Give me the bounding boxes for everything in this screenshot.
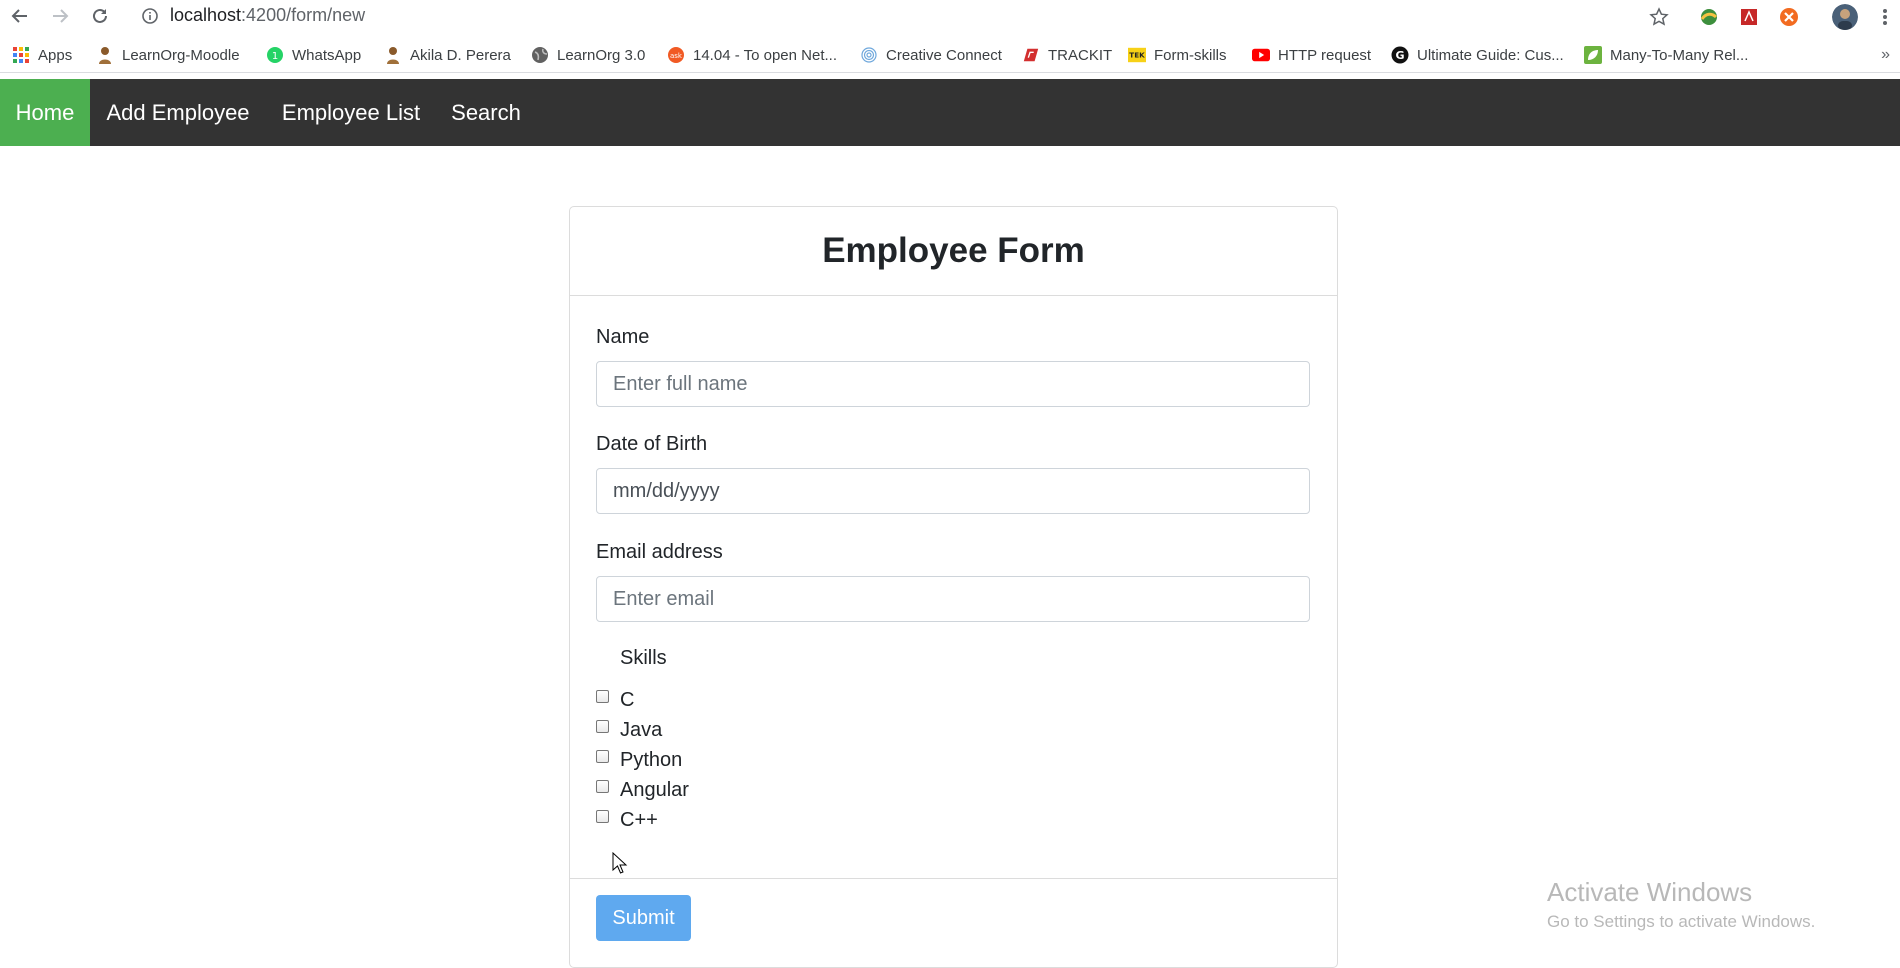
bookmark-trackit[interactable]: TRACKIT: [1022, 44, 1112, 66]
submit-button[interactable]: Submit: [596, 895, 691, 941]
card-footer: Submit: [570, 878, 1337, 968]
bookmark-ultimate-guide[interactable]: G Ultimate Guide: Cus...: [1391, 44, 1564, 66]
svg-text:1: 1: [272, 51, 278, 62]
bookmark-label: Akila D. Perera: [410, 46, 511, 64]
skill-row-cpp[interactable]: C++: [596, 807, 658, 833]
bookmark-star-icon[interactable]: [1646, 4, 1672, 30]
forward-icon[interactable]: [48, 4, 72, 28]
skill-checkbox-java[interactable]: [596, 719, 609, 733]
skill-checkbox-cpp[interactable]: [596, 809, 609, 823]
askubuntu-icon: ask: [667, 46, 685, 64]
fingerprint-icon: [860, 46, 878, 64]
trackit-icon: [1022, 46, 1040, 64]
bookmark-label: WhatsApp: [292, 46, 362, 64]
bookmark-label: 14.04 - To open Net...: [693, 46, 837, 64]
profile-avatar[interactable]: [1832, 4, 1858, 30]
extension-globe-icon[interactable]: [1696, 4, 1722, 30]
skill-row-python[interactable]: Python: [596, 747, 682, 773]
reload-icon[interactable]: [88, 4, 112, 28]
address-bar[interactable]: localhost:4200/form/new: [170, 5, 365, 26]
site-info-icon[interactable]: [140, 6, 160, 26]
skill-checkbox-c[interactable]: [596, 689, 609, 703]
extension-pdf-icon[interactable]: [1736, 4, 1762, 30]
watermark-title: Activate Windows: [1547, 877, 1753, 907]
url-path: :4200/form/new: [241, 5, 366, 25]
apps-grid-icon: [12, 46, 30, 64]
back-icon[interactable]: [8, 4, 32, 28]
skill-label: Python: [620, 748, 683, 771]
extension-orange-icon[interactable]: [1776, 4, 1802, 30]
skill-checkbox-python[interactable]: [596, 749, 609, 763]
skill-label: C++: [620, 808, 658, 831]
bookmark-label: HTTP request: [1278, 46, 1372, 64]
nav-home[interactable]: Home: [0, 79, 90, 146]
bookmark-label: LearnOrg-Moodle: [122, 46, 240, 64]
windows-activation-watermark: Activate Windows Go to Settings to activ…: [1547, 877, 1815, 932]
bookmark-label: Creative Connect: [886, 46, 1002, 64]
name-label: Name: [596, 326, 650, 348]
globe-icon: [531, 46, 549, 64]
browser-menu-icon[interactable]: [1872, 4, 1898, 30]
bookmark-learnorg-moodle[interactable]: LearnOrg-Moodle: [96, 44, 240, 66]
bookmark-label: Many-To-Many Rel...: [1610, 46, 1749, 64]
bookmark-label: Ultimate Guide: Cus...: [1417, 46, 1564, 64]
bookmark-apps[interactable]: Apps: [12, 44, 72, 66]
form-title: Employee Form: [822, 231, 1085, 270]
email-label: Email address: [596, 541, 723, 563]
bookmark-label: TRACKIT: [1048, 46, 1113, 64]
bookmark-whatsapp[interactable]: 1 WhatsApp: [266, 44, 361, 66]
nav-add-employee[interactable]: Add Employee: [90, 79, 266, 146]
svg-text:TEK: TEK: [1129, 51, 1145, 60]
watermark-subtitle: Go to Settings to activate Windows.: [1547, 912, 1816, 931]
whatsapp-icon: 1: [266, 46, 284, 64]
bookmark-creative-connect[interactable]: Creative Connect: [860, 44, 1002, 66]
bookmark-label: Form-skills: [1154, 46, 1227, 64]
bookmark-form-skills[interactable]: TEK Form-skills: [1128, 44, 1227, 66]
name-input[interactable]: [596, 361, 1310, 407]
bookmark-askubuntu[interactable]: ask 14.04 - To open Net...: [667, 44, 837, 66]
url-host: localhost: [170, 5, 242, 25]
bookmark-akila[interactable]: Akila D. Perera: [384, 44, 511, 66]
bookmark-label: Apps: [38, 46, 73, 64]
skill-row-angular[interactable]: Angular: [596, 777, 689, 803]
skill-checkbox-angular[interactable]: [596, 779, 609, 793]
youtube-icon: [1252, 46, 1270, 64]
person-icon: [384, 46, 402, 64]
app-navbar: Home Add Employee Employee List Search: [0, 79, 1900, 146]
skill-label: Angular: [620, 778, 689, 801]
nav-search[interactable]: Search: [436, 79, 536, 146]
email-input[interactable]: [596, 576, 1310, 622]
bookmark-label: LearnOrg 3.0: [557, 46, 646, 64]
bookmarks-bar: Apps LearnOrg-Moodle 1 WhatsApp Akila D.…: [0, 38, 1900, 73]
svg-text:ask: ask: [670, 52, 683, 60]
tek-icon: TEK: [1128, 46, 1146, 64]
skill-row-c[interactable]: C: [596, 687, 634, 713]
skills-label: Skills: [620, 647, 667, 669]
dob-input[interactable]: mm/dd/yyyy: [596, 468, 1310, 514]
moodle-icon: [96, 46, 114, 64]
browser-toolbar: localhost:4200/form/new: [0, 0, 1900, 32]
bookmark-http-request[interactable]: HTTP request: [1252, 44, 1371, 66]
bookmarks-more-button[interactable]: »: [1881, 46, 1890, 64]
card-header: Employee Form: [570, 207, 1337, 296]
nav-employee-list[interactable]: Employee List: [266, 79, 436, 146]
g-icon: G: [1391, 46, 1409, 64]
leaf-icon: [1584, 46, 1602, 64]
mouse-cursor-icon: [612, 851, 628, 874]
dob-placeholder: mm/dd/yyyy: [613, 480, 720, 502]
bookmark-many-to-many[interactable]: Many-To-Many Rel...: [1584, 44, 1748, 66]
skill-row-java[interactable]: Java: [596, 717, 662, 743]
bookmark-learnorg-3[interactable]: LearnOrg 3.0: [531, 44, 645, 66]
skill-label: C: [620, 688, 635, 711]
employee-form-card: Employee Form Name Date of Birth mm/dd/y…: [569, 206, 1338, 968]
svg-text:G: G: [1395, 49, 1404, 62]
dob-label: Date of Birth: [596, 433, 708, 455]
skill-label: Java: [620, 718, 663, 741]
